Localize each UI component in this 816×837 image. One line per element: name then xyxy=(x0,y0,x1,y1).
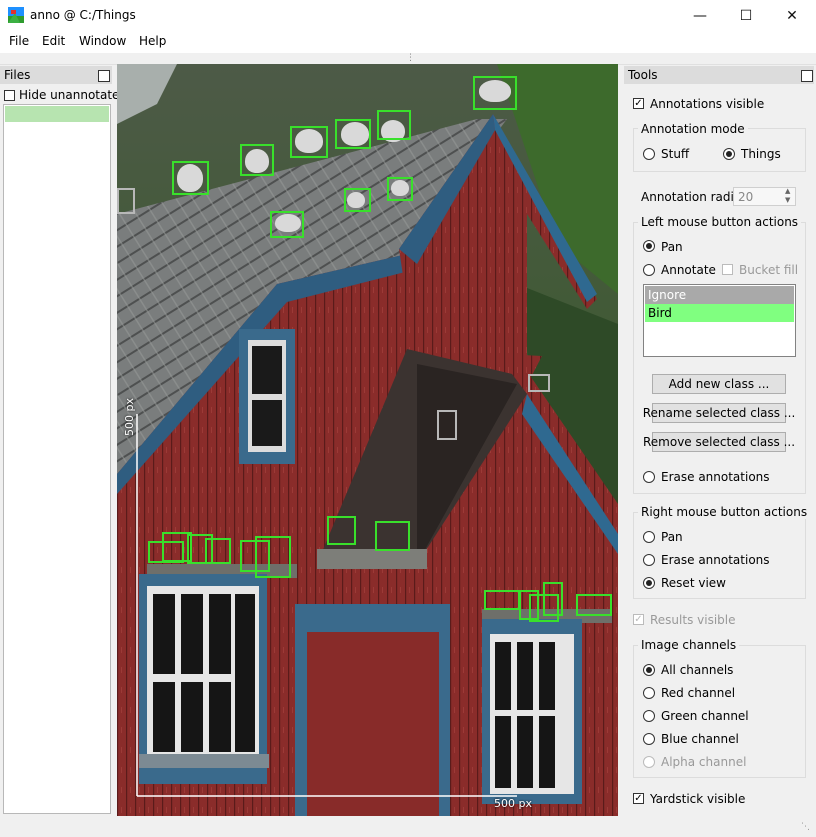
remove-class-button[interactable]: Remove selected class ... xyxy=(643,432,795,452)
image-channels-title: Image channels xyxy=(638,638,740,652)
tools-dock-title-text: Tools xyxy=(628,68,658,82)
menu-file[interactable]: File xyxy=(9,34,29,48)
channel-blue-label: Blue channel xyxy=(661,732,739,746)
yardstick-visible-checkbox[interactable]: ✓ xyxy=(633,793,644,804)
channel-alpha-radio[interactable] xyxy=(643,756,655,768)
bucket-fill-checkbox[interactable] xyxy=(722,264,733,275)
channel-red-label: Red channel xyxy=(661,686,736,700)
bird-annotation-box[interactable] xyxy=(240,144,274,176)
annotation-radius-value: 20 xyxy=(738,190,754,204)
status-bar xyxy=(0,821,816,837)
bird-annotation-box[interactable] xyxy=(473,76,517,110)
mode-stuff-radio[interactable] xyxy=(643,148,655,160)
file-list[interactable] xyxy=(3,104,111,814)
image-viewport[interactable]: 500 px 500 px xyxy=(117,64,618,816)
ignore-annotation-box[interactable] xyxy=(437,410,457,440)
right-pan-label: Pan xyxy=(661,530,683,544)
close-icon[interactable]: ✕ xyxy=(769,0,815,31)
bird-annotation-box[interactable] xyxy=(375,521,410,551)
results-visible-checkbox[interactable]: ✓ xyxy=(633,614,644,625)
size-grip-icon[interactable]: ⋱ xyxy=(801,822,810,832)
maximize-icon[interactable]: ☐ xyxy=(723,0,769,31)
mode-things-radio[interactable] xyxy=(723,148,735,160)
left-erase-label: Erase annotations xyxy=(661,470,770,484)
hide-unannotated-label: Hide unannotated xyxy=(19,88,128,102)
annotation-radius-label: Annotation radius xyxy=(641,190,748,204)
menu-edit[interactable]: Edit xyxy=(42,34,65,48)
left-mouse-title: Left mouse button actions xyxy=(638,215,802,229)
channel-green-label: Green channel xyxy=(661,709,749,723)
bucket-fill-label: Bucket fill xyxy=(739,263,799,277)
annotations-visible-label: Annotations visible xyxy=(650,97,765,111)
results-visible-label: Results visible xyxy=(650,613,736,627)
window-title: anno @ C:/Things xyxy=(30,8,136,22)
app-icon xyxy=(8,7,24,23)
left-erase-radio[interactable] xyxy=(643,471,655,483)
left-pan-radio[interactable] xyxy=(643,240,655,252)
class-item-bird[interactable]: Bird xyxy=(645,304,794,322)
channel-red-radio[interactable] xyxy=(643,687,655,699)
rename-class-button[interactable]: Rename selected class ... xyxy=(643,403,795,423)
left-pan-label: Pan xyxy=(661,240,683,254)
bird-annotation-box[interactable] xyxy=(172,161,209,195)
right-erase-radio[interactable] xyxy=(643,554,655,566)
right-pan-radio[interactable] xyxy=(643,531,655,543)
bird-annotation-box[interactable] xyxy=(290,126,328,158)
class-item-ignore[interactable]: Ignore xyxy=(645,286,794,304)
annotation-mode-title: Annotation mode xyxy=(638,122,748,136)
float-dock-icon[interactable] xyxy=(98,70,110,82)
drag-handle-icon[interactable]: ⋮ xyxy=(406,53,415,63)
mode-stuff-label: Stuff xyxy=(661,147,690,161)
channel-green-radio[interactable] xyxy=(643,710,655,722)
ignore-annotation-box[interactable] xyxy=(528,374,550,392)
right-reset-radio[interactable] xyxy=(643,577,655,589)
annotations-visible-checkbox[interactable]: ✓ xyxy=(633,98,644,109)
bird-annotation-box[interactable] xyxy=(335,119,371,149)
minimize-icon[interactable]: — xyxy=(677,0,723,31)
annotation-radius-spinbox[interactable]: 20 ▲ ▼ xyxy=(733,187,796,206)
file-list-item-selected[interactable] xyxy=(5,106,109,122)
left-annotate-label: Annotate xyxy=(661,263,716,277)
bird-annotation-box[interactable] xyxy=(327,516,356,545)
yardstick-visible-label: Yardstick visible xyxy=(650,792,746,806)
menu-help[interactable]: Help xyxy=(139,34,166,48)
right-reset-label: Reset view xyxy=(661,576,726,590)
left-annotate-radio[interactable] xyxy=(643,264,655,276)
class-list[interactable]: Ignore Bird xyxy=(643,284,796,357)
menu-window[interactable]: Window xyxy=(79,34,126,48)
bird-annotation-box[interactable] xyxy=(543,582,563,616)
channel-all-label: All channels xyxy=(661,663,734,677)
yardstick-vertical-label: 500 px xyxy=(123,398,136,436)
bird-annotation-box[interactable] xyxy=(576,594,612,616)
bird-annotation-box[interactable] xyxy=(387,177,413,201)
files-dock-title: Files xyxy=(0,66,112,84)
right-mouse-title: Right mouse button actions xyxy=(638,505,811,519)
spin-down-icon[interactable]: ▼ xyxy=(785,196,790,204)
channel-alpha-label: Alpha channel xyxy=(661,755,747,769)
bird-annotation-box[interactable] xyxy=(205,538,231,564)
bird-annotation-box[interactable] xyxy=(270,211,304,238)
bird-annotation-box[interactable] xyxy=(255,536,291,578)
bird-annotation-box[interactable] xyxy=(344,188,371,212)
files-dock-title-text: Files xyxy=(4,68,31,82)
ignore-annotation-box[interactable] xyxy=(117,188,135,214)
channel-all-radio[interactable] xyxy=(643,664,655,676)
bird-annotation-box[interactable] xyxy=(377,110,411,140)
spin-up-icon[interactable]: ▲ xyxy=(785,187,790,195)
bird-annotation-box[interactable] xyxy=(484,590,520,610)
tools-dock-title: Tools xyxy=(624,66,814,84)
hide-unannotated-checkbox[interactable] xyxy=(4,90,15,101)
right-erase-label: Erase annotations xyxy=(661,553,770,567)
add-class-button[interactable]: Add new class ... xyxy=(652,374,786,394)
yardstick-horizontal-label: 500 px xyxy=(494,797,532,810)
mode-things-label: Things xyxy=(741,147,781,161)
channel-blue-radio[interactable] xyxy=(643,733,655,745)
float-dock-icon[interactable] xyxy=(801,70,813,82)
